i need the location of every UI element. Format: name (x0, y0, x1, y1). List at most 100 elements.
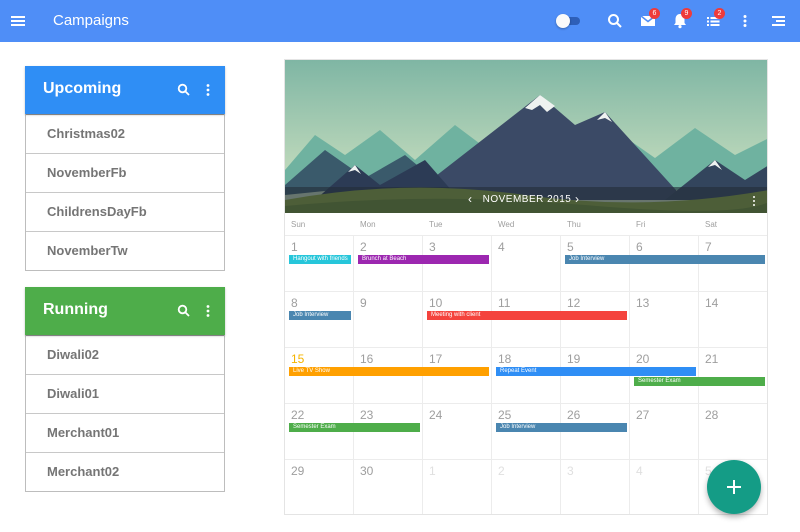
list-item[interactable]: Christmas02 (26, 114, 224, 153)
calendar-day-cell[interactable]: 14 (699, 291, 767, 347)
theme-toggle[interactable] (556, 14, 580, 28)
weekday-label: Sat (705, 220, 718, 229)
day-number: 30 (360, 464, 374, 478)
calendar-day-cell[interactable]: 4 (630, 459, 699, 514)
app-title: Campaigns (53, 12, 129, 29)
list-icon[interactable]: 2 (703, 8, 725, 31)
upcoming-title: Upcoming (43, 80, 122, 97)
day-number: 23 (360, 408, 374, 422)
calendar-event[interactable]: Live TV Show (289, 367, 489, 376)
more-vert-icon[interactable] (735, 11, 755, 31)
day-number: 3 (429, 240, 436, 254)
weekday-label: Sun (291, 220, 306, 229)
search-icon[interactable] (605, 11, 625, 31)
day-number: 28 (705, 408, 719, 422)
day-number: 6 (636, 240, 643, 254)
calendar-day-cell[interactable]: 2 (492, 459, 561, 514)
more-vert-icon[interactable] (200, 82, 216, 98)
day-number: 9 (360, 296, 367, 310)
day-number: 17 (429, 352, 443, 366)
weekday-label: Mon (360, 220, 376, 229)
upcoming-list: Christmas02 NovemberFb ChildrensDayFb No… (25, 114, 225, 271)
calendar-day-cell[interactable]: 29 (285, 459, 354, 514)
upcoming-header: Upcoming (25, 66, 225, 114)
more-vert-icon[interactable] (749, 194, 759, 206)
calendar-event[interactable]: Semester Exam (634, 377, 765, 386)
calendar-event[interactable]: Job Interview (496, 423, 627, 432)
day-number: 8 (291, 296, 298, 310)
running-panel: Running Diwali02 Diwali01 Merchant01 Mer… (25, 287, 225, 492)
calendar-day-cell[interactable]: 21 (699, 347, 767, 403)
calendar-event[interactable]: Hangout with friends (289, 255, 351, 264)
calendar-day-cell[interactable]: 4 (492, 235, 561, 291)
calendar-day-cell[interactable]: 9 (354, 291, 423, 347)
plus-icon-stroke (733, 480, 735, 494)
day-number: 7 (705, 240, 712, 254)
weekday-label: Wed (498, 220, 515, 229)
calendar-day-cell[interactable]: 27 (630, 403, 699, 459)
day-number: 13 (636, 296, 650, 310)
calendar-day-cell[interactable]: 13 (630, 291, 699, 347)
list-item[interactable]: Merchant01 (26, 413, 224, 452)
day-number: 16 (360, 352, 374, 366)
day-number: 18 (498, 352, 512, 366)
day-number: 22 (291, 408, 305, 422)
day-number: 24 (429, 408, 443, 422)
day-number: 20 (636, 352, 650, 366)
mail-icon[interactable]: 6 (638, 8, 660, 31)
calendar-day-cell[interactable]: 1 (423, 459, 492, 514)
day-number: 1 (429, 464, 436, 478)
day-number: 12 (567, 296, 581, 310)
chevron-right-icon[interactable]: › (575, 192, 579, 206)
calendar-event[interactable]: Meeting with client (427, 311, 627, 320)
day-number: 5 (567, 240, 574, 254)
calendar-month: NOVEMBER 2015 (482, 194, 572, 205)
add-button[interactable] (707, 460, 761, 514)
day-number: 15 (291, 352, 305, 366)
more-vert-icon[interactable] (200, 303, 216, 319)
day-number: 19 (567, 352, 581, 366)
notifications-badge: 9 (681, 8, 692, 19)
day-number: 2 (360, 240, 367, 254)
search-icon[interactable] (176, 303, 192, 319)
toggle-knob (556, 14, 570, 28)
running-title: Running (43, 301, 108, 318)
day-number: 3 (567, 464, 574, 478)
calendar-event[interactable]: Job Interview (565, 255, 765, 264)
day-number: 25 (498, 408, 512, 422)
day-number: 4 (498, 240, 505, 254)
running-list: Diwali02 Diwali01 Merchant01 Merchant02 (25, 335, 225, 492)
calendar-day-cell[interactable]: 3 (561, 459, 630, 514)
list-item[interactable]: NovemberTw (26, 231, 224, 270)
calendar-day-cell[interactable]: 30 (354, 459, 423, 514)
day-number: 11 (498, 296, 511, 310)
day-number: 10 (429, 296, 443, 310)
calendar-event[interactable]: Brunch at Beach (358, 255, 489, 264)
calendar-event[interactable]: Job Interview (289, 311, 351, 320)
list-item[interactable]: Diwali02 (26, 335, 224, 374)
running-header: Running (25, 287, 225, 335)
list-item[interactable]: Merchant02 (26, 452, 224, 491)
day-number: 1 (291, 240, 298, 254)
list-item[interactable]: NovemberFb (26, 153, 224, 192)
calendar-day-cell[interactable]: 28 (699, 403, 767, 459)
menu-icon[interactable] (8, 11, 28, 31)
calendar-day-cell[interactable]: 24 (423, 403, 492, 459)
mail-badge: 6 (649, 8, 660, 19)
right-menu-icon[interactable] (768, 11, 788, 31)
day-number: 14 (705, 296, 719, 310)
calendar-event[interactable]: Semester Exam (289, 423, 420, 432)
weekday-label: Fri (636, 220, 646, 229)
day-number: 26 (567, 408, 581, 422)
list-item[interactable]: ChildrensDayFb (26, 192, 224, 231)
day-number: 4 (636, 464, 643, 478)
app-bar: Campaigns 6 9 2 (0, 0, 800, 42)
calendar: ‹ NOVEMBER 2015 › Sun Mon Tue Wed Thu Fri Sat 1… (284, 59, 768, 515)
calendar-event[interactable]: Repeat Event (496, 367, 696, 376)
day-number: 29 (291, 464, 305, 478)
search-icon[interactable] (176, 82, 192, 98)
weekday-label: Thu (567, 220, 581, 229)
notifications-icon[interactable]: 9 (670, 8, 692, 31)
day-number: 2 (498, 464, 505, 478)
list-item[interactable]: Diwali01 (26, 374, 224, 413)
